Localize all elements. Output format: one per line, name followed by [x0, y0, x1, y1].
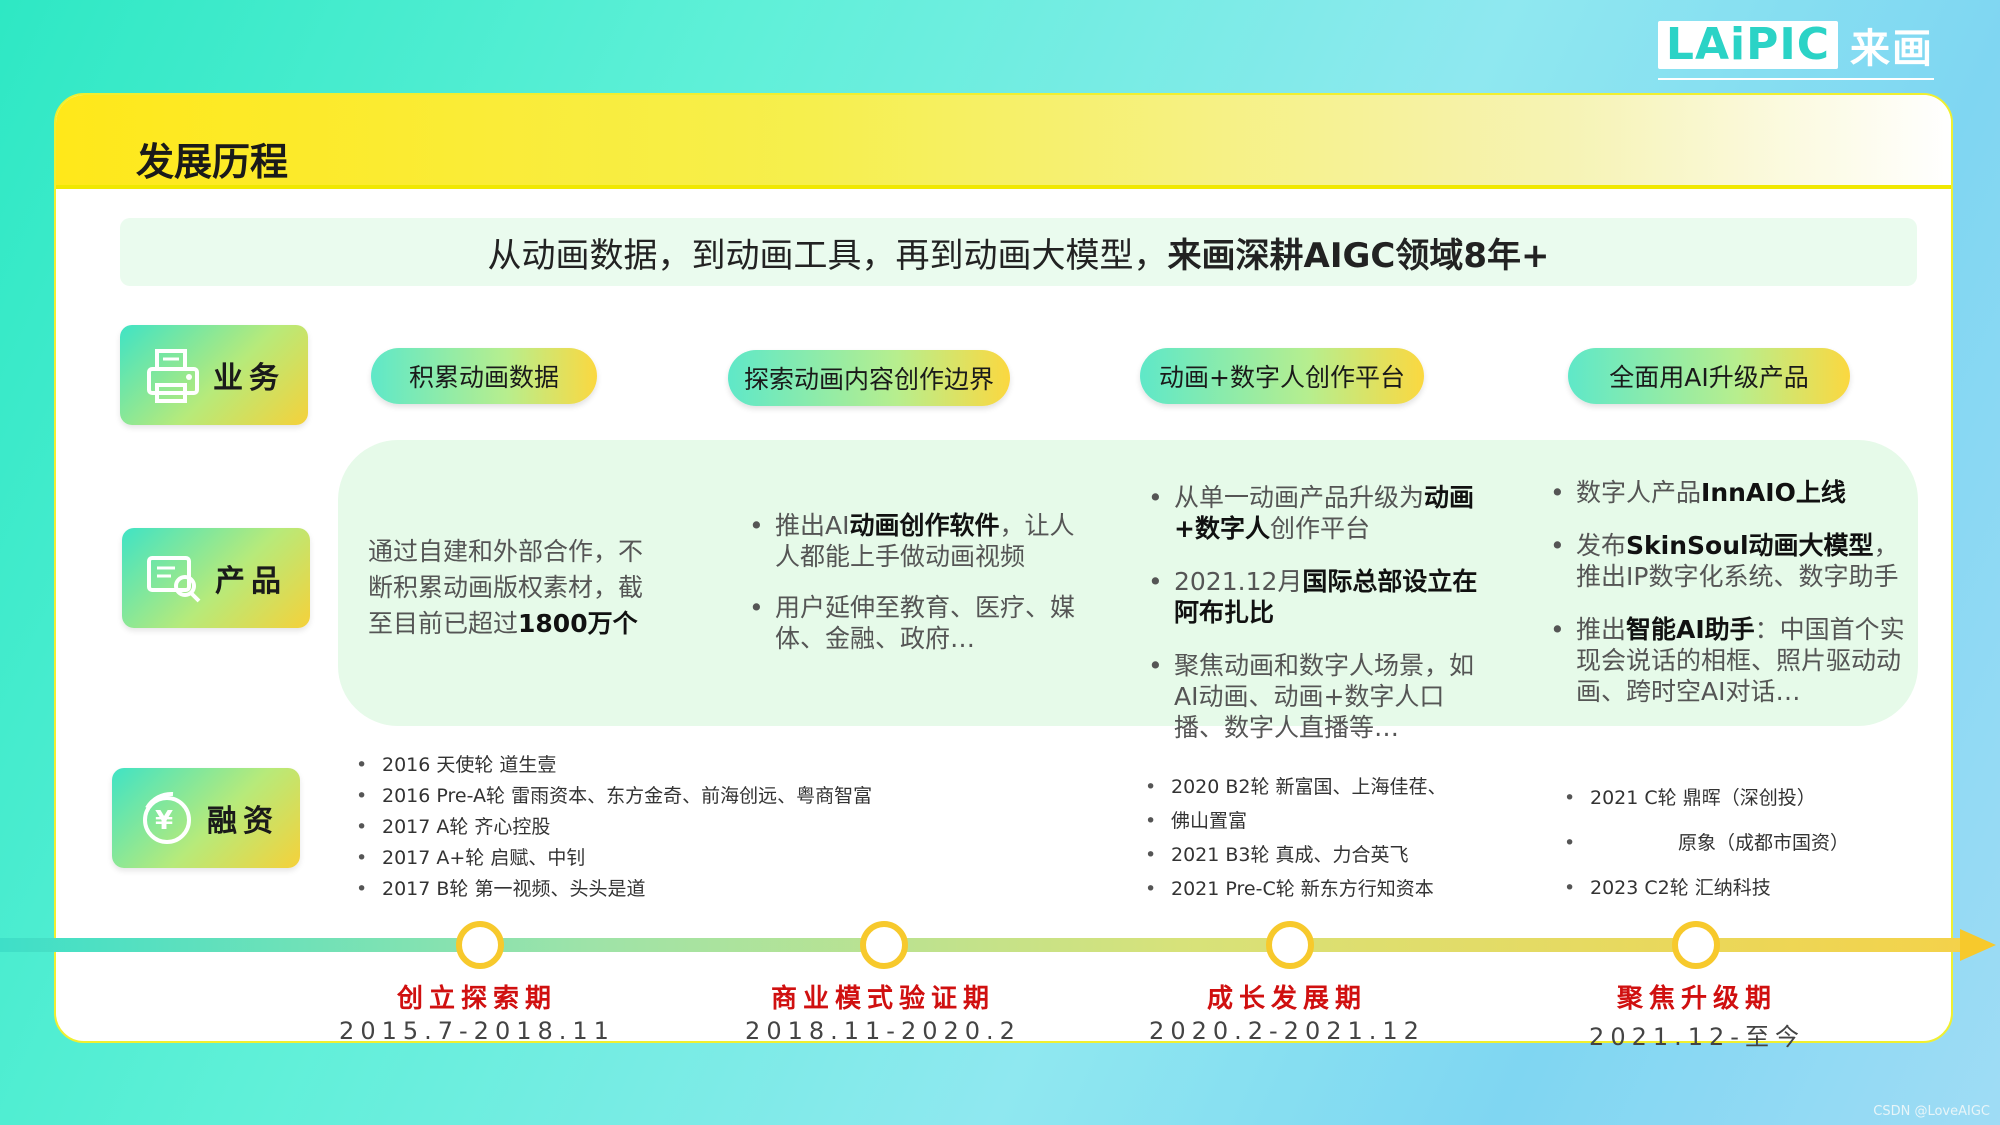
product-col2-list: 推出AI动画创作软件，让人人都能上手做动画视频 用户延伸至教育、医疗、媒体、金融…: [745, 510, 1090, 654]
product-col4-list: 数字人产品InnAIO上线 发布SkinSoul动画大模型，推出IP数字化系统、…: [1546, 477, 1916, 707]
category-business: 业务: [120, 325, 308, 425]
brand-logo: LAiPIC 来画: [1657, 16, 1934, 80]
phase-name: 创立探索期: [396, 984, 557, 1014]
phase-name: 商业模式验证期: [770, 984, 995, 1014]
business-pill: 动画+数字人创作平台: [1140, 348, 1424, 404]
list-item: 2021 C轮 鼎晖（深创投）: [1560, 776, 1900, 821]
list-item: 2020 B2轮 新富国、上海佳荏、: [1141, 770, 1481, 804]
list-item: 2017 B轮 第一视频、头头是道: [352, 874, 912, 905]
product-col1-bold: 1800万个: [518, 609, 638, 638]
svg-text:¥: ¥: [155, 806, 179, 836]
timeline-node: [456, 921, 504, 969]
category-label: 融资: [207, 804, 279, 839]
timeline-node: [860, 921, 908, 969]
category-label: 产品: [215, 564, 287, 599]
list-item: 数字人产品InnAIO上线: [1546, 477, 1916, 508]
phase-name: 成长发展期: [1206, 984, 1367, 1014]
business-pill: 探索动画内容创作边界: [728, 350, 1010, 406]
headline-banner: 从动画数据，到动画工具，再到动画大模型， 来画深耕AIGC领域8年+: [120, 218, 1917, 286]
banner-prefix: 从动画数据，到动画工具，再到动画大模型，: [487, 235, 1168, 276]
phase-3: 成长发展期 2020.2-2021.12: [1122, 978, 1452, 1045]
category-product: 产品: [122, 528, 310, 628]
phase-2: 商业模式验证期 2018.11-2020.2: [718, 978, 1048, 1045]
list-item: 推出AI动画创作软件，让人人都能上手做动画视频: [745, 510, 1090, 572]
product-col1: 通过自建和外部合作，不断积累动画版权素材，截至目前已超过1800万个: [368, 534, 658, 642]
phase-date: 2021.12-至今: [1589, 1023, 1805, 1051]
list-item: 2016 Pre-A轮 雷雨资本、东方金奇、前海创远、粤商智富: [352, 781, 912, 812]
phase-4: 聚焦升级期 2021.12-至今: [1532, 978, 1862, 1052]
list-item: 2021.12月国际总部设立在阿布扎比: [1144, 566, 1484, 628]
business-pill: 积累动画数据: [371, 348, 597, 404]
list-item: 2021 Pre-C轮 新东方行知资本: [1141, 872, 1481, 906]
phase-1: 创立探索期 2015.7-2018.11: [312, 978, 642, 1045]
funding-col1-list: 2016 天使轮 道生壹 2016 Pre-A轮 雷雨资本、东方金奇、前海创远、…: [352, 750, 912, 905]
list-item: 发布SkinSoul动画大模型，推出IP数字化系统、数字助手: [1546, 530, 1916, 592]
timeline-arrow-icon: [1960, 929, 1996, 961]
search-document-icon: [147, 556, 201, 603]
yuan-coin-icon: ¥: [143, 791, 191, 844]
list-item: 2016 天使轮 道生壹: [352, 750, 912, 781]
logo-latin: LAiPIC: [1657, 21, 1838, 69]
list-item: 聚焦动画和数字人场景，如AI动画、动画+数字人口播、数字人直播等…: [1144, 650, 1484, 743]
printer-icon: [147, 349, 199, 403]
timeline-node: [1266, 921, 1314, 969]
phase-date: 2020.2-2021.12: [1149, 1017, 1425, 1045]
list-item: 2017 A轮 齐心控股: [352, 812, 912, 843]
card-header-divider: [56, 185, 1951, 189]
list-item: 2023 C2轮 汇纳科技: [1560, 866, 1900, 911]
business-pill: 全面用AI升级产品: [1568, 348, 1850, 404]
phase-name: 聚焦升级期: [1616, 984, 1777, 1014]
card-header: [56, 95, 1951, 185]
funding-col4-list: 2021 C轮 鼎晖（深创投） 原象（成都市国资） 2023 C2轮 汇纳科技: [1560, 776, 1900, 911]
list-item: 推出智能AI助手：中国首个实现会说话的相框、照片驱动动画、跨时空AI对话…: [1546, 614, 1916, 707]
list-item: 佛山置富: [1141, 804, 1481, 838]
list-item: 从单一动画产品升级为动画+数字人创作平台: [1144, 482, 1484, 544]
category-label: 业务: [213, 361, 285, 396]
list-item: 2021 B3轮 真成、力合英飞: [1141, 838, 1481, 872]
phase-date: 2018.11-2020.2: [745, 1017, 1021, 1045]
product-col3-list: 从单一动画产品升级为动画+数字人创作平台 2021.12月国际总部设立在阿布扎比…: [1144, 482, 1484, 743]
list-item: 2017 A+轮 启赋、中钊: [352, 843, 912, 874]
category-funding: ¥ 融资: [112, 768, 300, 868]
list-item: 原象（成都市国资）: [1560, 821, 1900, 866]
banner-bold: 来画深耕AIGC领域8年+: [1167, 235, 1550, 276]
logo-cn: 来画: [1850, 26, 1934, 72]
card-title: 发展历程: [136, 140, 289, 184]
funding-col3-list: 2020 B2轮 新富国、上海佳荏、 佛山置富 2021 B3轮 真成、力合英飞…: [1141, 770, 1481, 906]
timeline-node: [1672, 921, 1720, 969]
list-item: 用户延伸至教育、医疗、媒体、金融、政府…: [745, 592, 1090, 654]
phase-date: 2015.7-2018.11: [339, 1017, 615, 1045]
watermark: CSDN @LoveAIGC: [1873, 1104, 1990, 1119]
